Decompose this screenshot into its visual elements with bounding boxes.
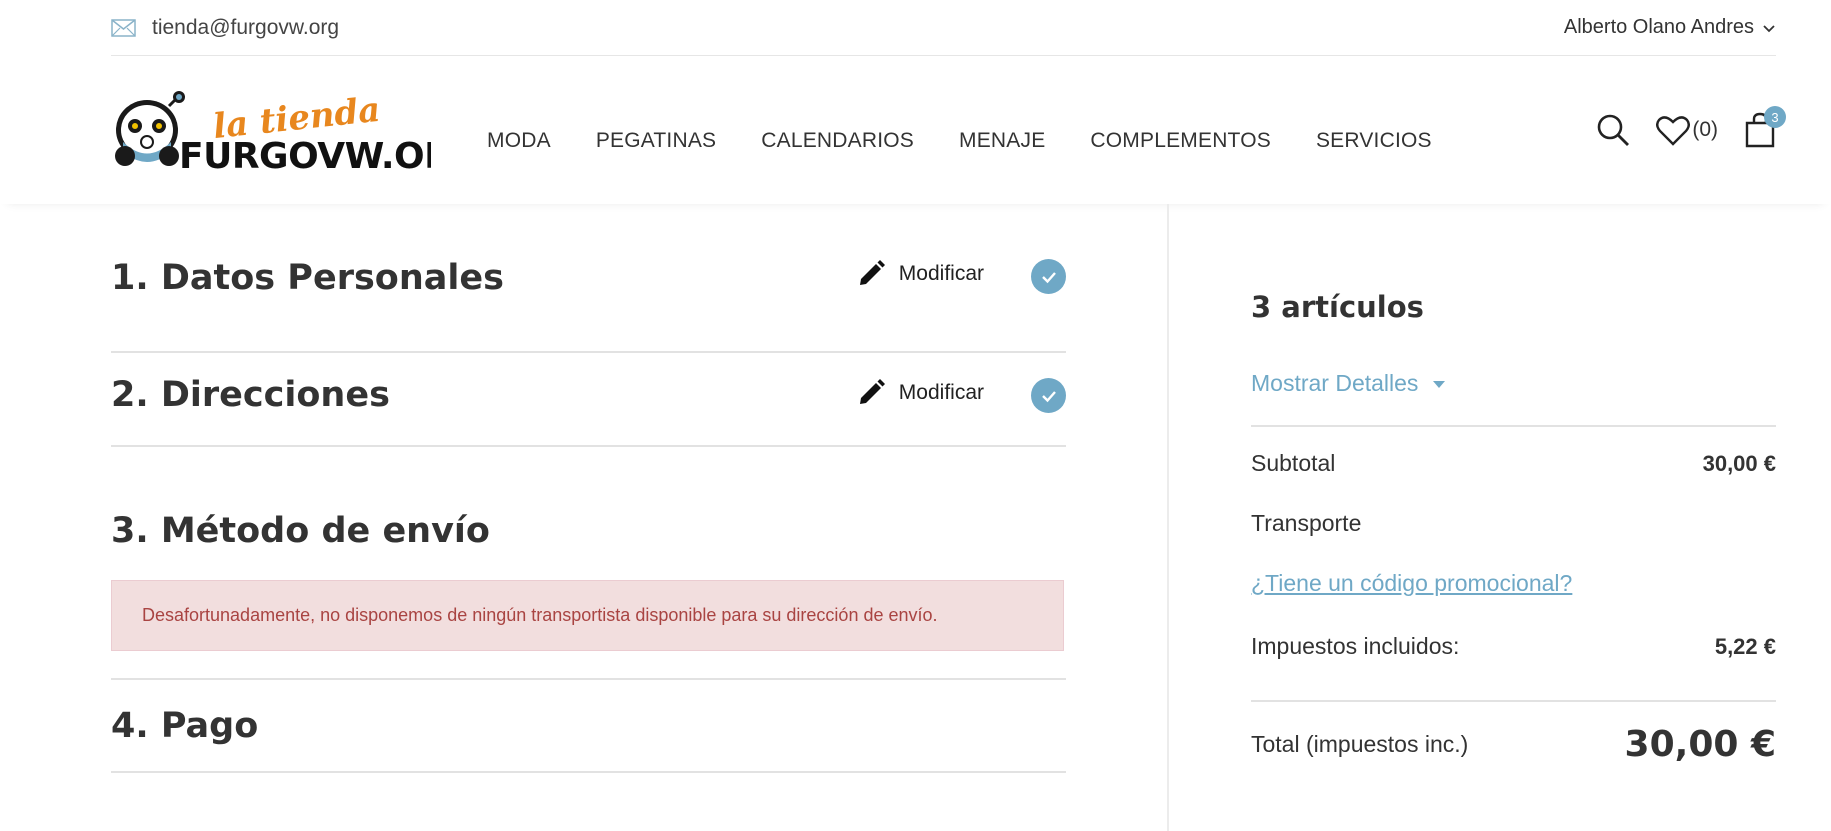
user-account-menu[interactable]: Alberto Olano Andres <box>1564 16 1776 39</box>
pencil-icon <box>859 260 885 285</box>
nav-item-moda[interactable]: MODA <box>487 129 551 153</box>
site-logo[interactable]: la tienda FURGOVW.ORG <box>111 90 431 172</box>
summary-header: 3 artículos <box>1251 290 1776 324</box>
email-text: tienda@furgovw.org <box>152 15 340 39</box>
taxes-row: Impuestos incluidos: 5,22 € <box>1251 633 1776 660</box>
promo-code-link[interactable]: ¿Tiene un código promocional? <box>1251 570 1572 597</box>
step-payment-title: 4. Pago <box>111 706 259 746</box>
step-completed-check <box>1031 378 1066 413</box>
check-icon <box>1041 390 1056 402</box>
divider <box>1251 700 1776 702</box>
step-personal-data: 1. Datos Personales Modificar <box>111 258 1066 353</box>
shipping-error-alert: Desafortunadamente, no disponemos de nin… <box>111 580 1064 651</box>
taxes-label: Impuestos incluidos: <box>1251 633 1460 659</box>
logo-mascot-icon <box>115 91 185 166</box>
items-count: 3 artículos <box>1251 290 1424 324</box>
wishlist-count: (0) <box>1692 118 1718 141</box>
envelope-icon <box>111 18 136 37</box>
user-name: Alberto Olano Andres <box>1563 16 1754 38</box>
column-separator <box>1167 204 1169 831</box>
edit-addresses-button[interactable]: Modificar <box>858 379 984 406</box>
pencil-icon <box>859 379 885 404</box>
caret-down-icon <box>1433 380 1446 388</box>
nav-item-pegatinas[interactable]: PEGATINAS <box>596 129 716 153</box>
nav-item-servicios[interactable]: SERVICIOS <box>1316 129 1432 153</box>
step-title: 1. Datos Personales <box>111 258 504 298</box>
taxes-value: 5,22 € <box>1714 633 1776 659</box>
step-addresses: 2. Direcciones Modificar <box>111 352 1066 447</box>
subtotal-value: 30,00 € <box>1702 450 1776 476</box>
header-actions: (0) 3 <box>1596 106 1786 148</box>
search-icon <box>1598 114 1630 146</box>
total-row: Total (impuestos inc.) 30,00 € <box>1251 724 1776 765</box>
main-nav: MODA PEGATINAS CALENDARIOS MENAJE COMPLE… <box>487 129 1432 153</box>
logo-wordmark: FURGOVW.ORG <box>179 136 431 172</box>
subtotal-row: Subtotal 30,00 € <box>1251 450 1776 477</box>
nav-item-calendarios[interactable]: CALENDARIOS <box>761 129 914 153</box>
promo-row: ¿Tiene un código promocional? <box>1251 570 1776 597</box>
shipping-label: Transporte <box>1251 510 1362 536</box>
site-header: la tienda FURGOVW.ORG MODA PEGATINAS CAL… <box>0 56 1831 204</box>
step-shipping-method-title: 3. Método de envío <box>111 511 490 551</box>
divider <box>1251 425 1776 427</box>
edit-label: Modificar <box>898 261 984 285</box>
total-label: Total (impuestos inc.) <box>1251 731 1469 757</box>
chevron-down-icon <box>1763 24 1775 32</box>
shipping-row: Transporte <box>1251 510 1776 537</box>
contact-email[interactable]: tienda@furgovw.org <box>111 16 339 40</box>
nav-item-menaje[interactable]: MENAJE <box>959 129 1045 153</box>
nav-item-complementos[interactable]: COMPLEMENTOS <box>1090 129 1271 153</box>
cart-button[interactable]: 3 <box>1744 106 1786 148</box>
wishlist-button[interactable]: (0) <box>1656 114 1718 146</box>
subtotal-label: Subtotal <box>1251 450 1336 476</box>
step-title: 2. Direcciones <box>111 375 390 415</box>
show-details-row: Mostrar Detalles <box>1251 370 1776 397</box>
edit-label: Modificar <box>898 380 984 404</box>
step-completed-check <box>1031 259 1066 294</box>
show-details-toggle[interactable]: Mostrar Detalles <box>1251 370 1446 397</box>
divider <box>111 771 1066 773</box>
search-button[interactable] <box>1596 113 1630 147</box>
cart-count-badge: 3 <box>1764 106 1786 128</box>
shipping-error-text: Desafortunadamente, no disponemos de nin… <box>142 605 938 625</box>
edit-personal-data-button[interactable]: Modificar <box>858 260 984 287</box>
check-icon <box>1041 271 1056 283</box>
heart-icon <box>1656 116 1691 146</box>
show-details-label: Mostrar Detalles <box>1251 370 1419 396</box>
top-bar: tienda@furgovw.org Alberto Olano Andres <box>111 0 1776 56</box>
divider <box>111 678 1066 680</box>
total-value: 30,00 € <box>1624 724 1776 765</box>
